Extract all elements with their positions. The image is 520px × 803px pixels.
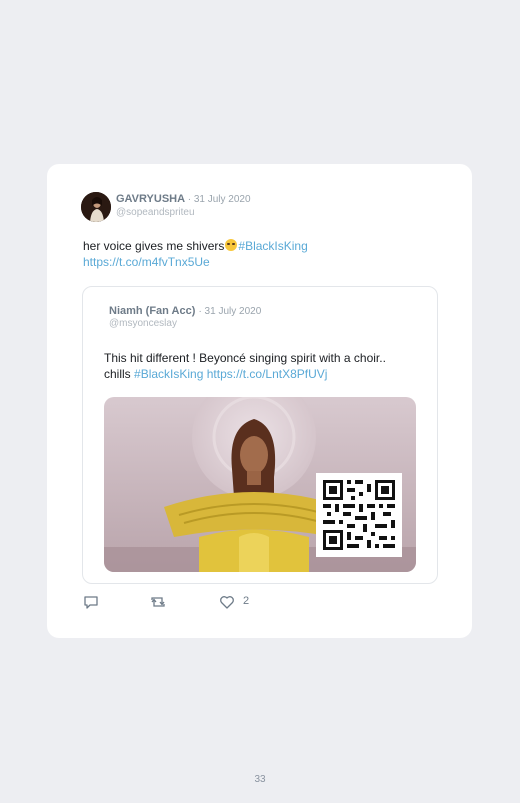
quoted-tweet[interactable]: Niamh (Fan Acc) · 31 July 2020 @msyonces… bbox=[82, 286, 438, 584]
qr-code-icon bbox=[316, 473, 402, 557]
quoted-url-link[interactable]: https://t.co/LntX8PfUVj bbox=[207, 367, 328, 381]
quoted-author[interactable]: Niamh (Fan Acc) · 31 July 2020 bbox=[109, 305, 261, 317]
retweet-icon[interactable] bbox=[149, 594, 167, 615]
tweet-text: her voice gives me shivers #BlackIsKing h… bbox=[83, 238, 443, 270]
avatar[interactable] bbox=[81, 192, 111, 222]
tweet-author[interactable]: GAVRYUSHA · 31 July 2020 bbox=[116, 193, 251, 205]
quoted-handle[interactable]: @msyonceslay bbox=[109, 318, 177, 329]
tweet-actions: 2 bbox=[83, 594, 443, 610]
tweet-card: GAVRYUSHA · 31 July 2020 @sopeandspriteu… bbox=[47, 164, 472, 638]
quoted-media-image[interactable] bbox=[104, 397, 416, 572]
tweet-url-link[interactable]: https://t.co/m4fvTnx5Ue bbox=[83, 255, 210, 269]
quoted-hashtag-link[interactable]: #BlackIsKing bbox=[134, 367, 203, 381]
quoted-author-name[interactable]: Niamh (Fan Acc) bbox=[109, 305, 195, 317]
heart-icon[interactable] bbox=[219, 594, 235, 615]
page-number: 33 bbox=[254, 774, 266, 785]
tweet-body: her voice gives me shivers bbox=[83, 239, 225, 253]
hashtag-link[interactable]: #BlackIsKing bbox=[238, 239, 307, 253]
like-count: 2 bbox=[243, 595, 250, 607]
quoted-date: · 31 July 2020 bbox=[198, 306, 262, 317]
smiling-emoji-icon bbox=[225, 239, 238, 251]
author-handle[interactable]: @sopeandspriteu bbox=[116, 207, 195, 218]
tweet-date: · 31 July 2020 bbox=[187, 194, 251, 205]
author-name[interactable]: GAVRYUSHA bbox=[116, 193, 185, 205]
reply-icon[interactable] bbox=[83, 594, 99, 615]
quoted-text: This hit different ! Beyoncé singing spi… bbox=[104, 350, 414, 382]
